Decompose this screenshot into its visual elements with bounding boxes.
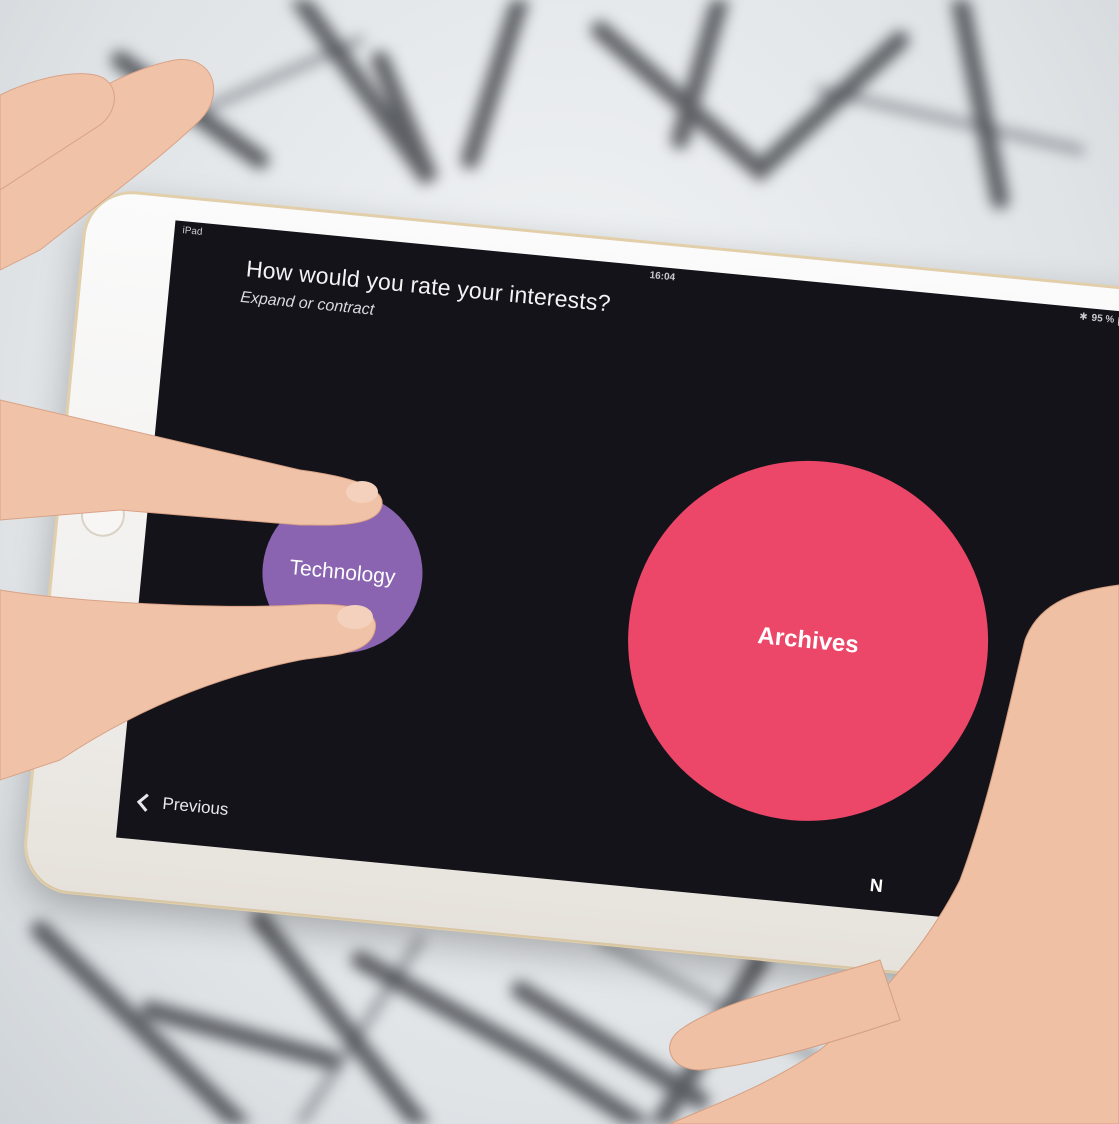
photo-scene: iPad 16:04 ✱ 95 % How would you rate you… [0,0,1119,1124]
right-hand [669,584,1119,1124]
